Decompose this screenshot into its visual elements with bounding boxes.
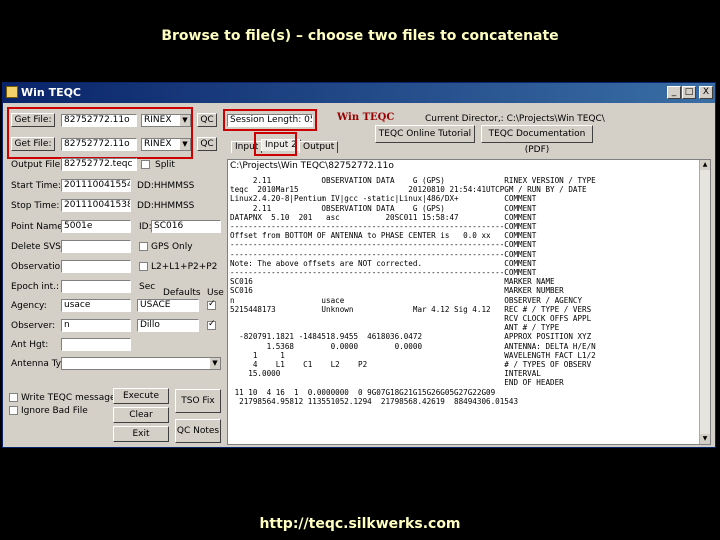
sec-label: Sec xyxy=(139,282,156,292)
ant-hgt-label: Ant Hgt: xyxy=(11,340,49,350)
stop-time-input[interactable]: 20111004153830 xyxy=(61,199,131,212)
ignore-bad-file-checkbox[interactable] xyxy=(9,406,18,415)
id-input[interactable]: SC016 xyxy=(151,220,221,233)
agency-default[interactable]: USACE xyxy=(137,299,199,312)
write-messages-checkbox[interactable] xyxy=(9,393,18,402)
gps-only-checkbox[interactable] xyxy=(139,242,148,251)
point-name-input[interactable]: 5001e xyxy=(61,220,131,233)
split-label: Split xyxy=(155,160,175,170)
clear-button[interactable]: Clear xyxy=(113,407,169,423)
stop-time-label: Stop Time: xyxy=(11,201,60,211)
ignore-bad-file-label: Ignore Bad File xyxy=(21,406,88,416)
start-time-input[interactable]: 20111004155430 xyxy=(61,179,131,192)
start-time-format: DD:HHMMSS xyxy=(137,181,195,191)
point-name-label: Point Name: xyxy=(11,222,66,232)
rinex-editor[interactable]: C:\Projects\Win TEQC\82752772.11o 2.11 O… xyxy=(227,159,711,445)
observer-use-checkbox[interactable] xyxy=(207,319,216,330)
agency-use-checkbox[interactable] xyxy=(207,299,216,310)
highlight-input2-tab xyxy=(254,132,297,156)
observation-types: L2+L1+P2+P2 xyxy=(151,262,218,272)
editor-file-path: C:\Projects\Win TEQC\82752772.11o xyxy=(230,161,394,171)
antenna-type-select[interactable]: ▼ xyxy=(61,357,221,370)
app-logo: Win TEQC xyxy=(337,112,395,123)
start-time-label: Start Time: xyxy=(11,181,61,191)
tab-output[interactable]: Output xyxy=(299,141,339,153)
highlight-session-length xyxy=(223,109,317,131)
scroll-up-icon[interactable]: ▲ xyxy=(700,160,710,170)
minimize-button[interactable]: _ xyxy=(667,86,681,99)
exit-button[interactable]: Exit xyxy=(113,426,169,442)
observer-input[interactable]: n xyxy=(61,319,131,332)
gps-only-label: GPS Only xyxy=(151,242,193,252)
ant-hgt-input[interactable] xyxy=(61,338,131,351)
observation-input[interactable] xyxy=(61,260,131,273)
chevron-down-icon: ▼ xyxy=(210,358,220,369)
current-directory: Current Director,: C:\Projects\Win TEQC\ xyxy=(425,114,605,124)
footer-url[interactable]: http://teqc.silkwerks.com xyxy=(0,516,720,532)
delete-svs-label: Delete SVS: xyxy=(11,242,65,252)
agency-label: Agency: xyxy=(11,301,47,311)
write-messages-label: Write TEQC messages xyxy=(21,393,121,403)
observer-label: Observer: xyxy=(11,321,56,331)
scroll-down-icon[interactable]: ▼ xyxy=(700,434,710,444)
maximize-button[interactable]: □ xyxy=(682,86,696,99)
id-label: ID: xyxy=(139,222,152,232)
delete-svs-input[interactable] xyxy=(61,240,131,253)
winteqc-window: Win TEQC _ □ X Get File: 82752772.11o RI… xyxy=(2,82,716,448)
slide-title: Browse to file(s) – choose two files to … xyxy=(161,28,559,44)
qc-notes-button[interactable]: QC Notes xyxy=(175,419,221,443)
window-title: Win TEQC xyxy=(21,86,82,99)
output-file-input[interactable]: 82752772.teqc xyxy=(61,158,137,171)
highlight-get-files xyxy=(7,107,193,159)
epoch-int-label: Epoch int.: xyxy=(11,282,60,292)
output-file-label: Output File: xyxy=(11,160,64,170)
qc-button-2[interactable]: QC xyxy=(197,137,217,151)
observation-checkbox[interactable] xyxy=(139,262,148,271)
defaults-label: Defaults xyxy=(163,288,201,298)
editor-scrollbar[interactable]: ▲ ▼ xyxy=(699,160,710,444)
use-label: Use xyxy=(207,288,224,298)
agency-input[interactable]: usace xyxy=(61,299,131,312)
stop-time-format: DD:HHMMSS xyxy=(137,201,195,211)
close-button[interactable]: X xyxy=(699,86,713,99)
split-checkbox[interactable] xyxy=(141,160,150,169)
online-tutorial-button[interactable]: TEQC Online Tutorial xyxy=(375,125,475,143)
qc-button-1[interactable]: QC xyxy=(197,113,217,127)
execute-button[interactable]: Execute xyxy=(113,388,169,404)
documentation-button[interactable]: TEQC Documentation (PDF) xyxy=(481,125,593,155)
epoch-int-input[interactable] xyxy=(61,280,131,293)
app-icon xyxy=(6,86,18,98)
window-titlebar[interactable]: Win TEQC _ □ X xyxy=(3,83,715,103)
rinex-header-text[interactable]: 2.11 OBSERVATION DATA G (GPS) RINEX VERS… xyxy=(230,176,700,406)
observer-default[interactable]: Dillo xyxy=(137,319,199,332)
tso-fix-button[interactable]: TSO Fix xyxy=(175,389,221,413)
